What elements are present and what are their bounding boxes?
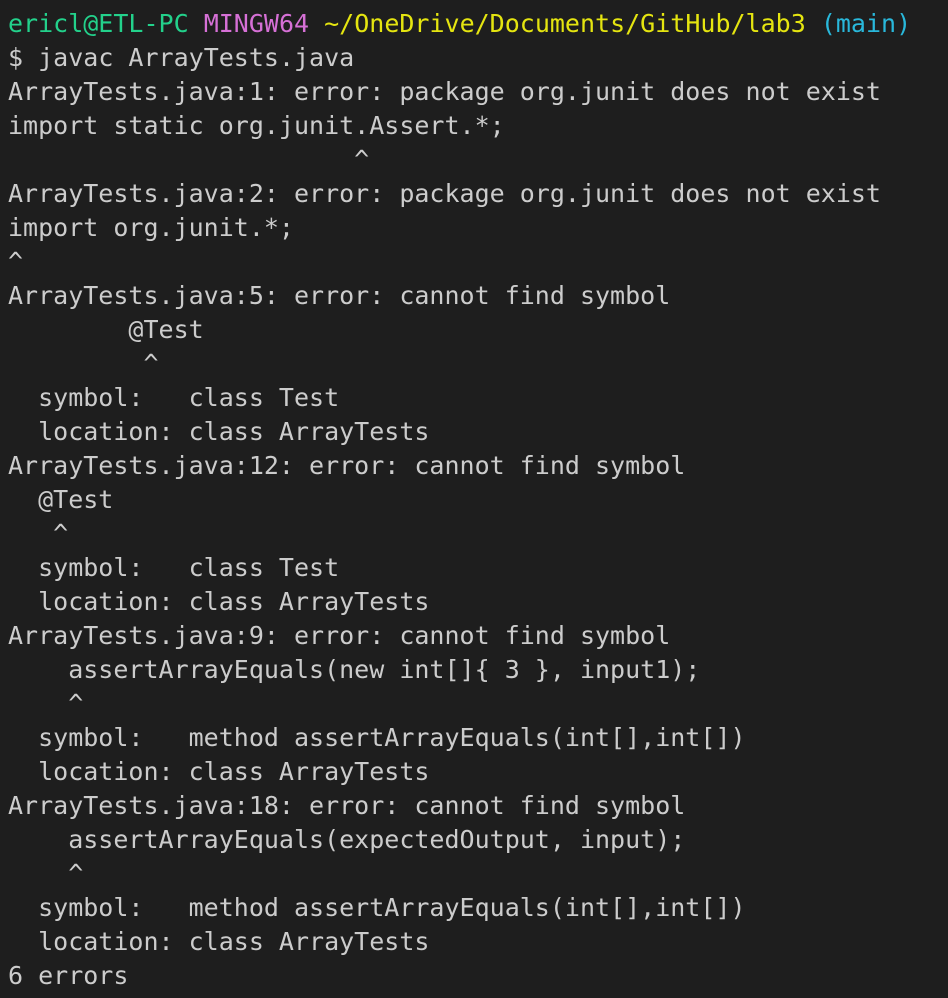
output-line: symbol: method assertArrayEquals(int[],i… [8,723,746,752]
output-line: ArrayTests.java:9: error: cannot find sy… [8,621,671,650]
output-line: symbol: class Test [8,553,340,582]
prompt-line: ericl@ETL-PC MINGW64 ~/OneDrive/Document… [8,7,948,41]
output-line: ArrayTests.java:18: error: cannot find s… [8,791,686,820]
output-line: location: class ArrayTests [8,417,430,446]
output-line: ArrayTests.java:1: error: package org.ju… [8,77,881,106]
prompt-path: ~/OneDrive/Documents/GitHub/lab3 [324,9,806,38]
output-line: location: class ArrayTests [8,587,430,616]
output-line: ^ [8,859,84,888]
prompt-symbol: $ [8,43,24,72]
output-line: ^ [8,519,69,548]
output-line: @Test [8,315,204,344]
terminal-window[interactable]: ericl@ETL-PC MINGW64 ~/OneDrive/Document… [0,0,948,998]
prompt-user-host: ericl@ETL-PC [8,9,189,38]
output-line: ^ [8,349,159,378]
output-line: assertArrayEquals(new int[]{ 3 }, input1… [8,655,701,684]
output-line: ArrayTests.java:5: error: cannot find sy… [8,281,671,310]
output-line: ArrayTests.java:2: error: package org.ju… [8,179,881,208]
output-line: symbol: method assertArrayEquals(int[],i… [8,893,746,922]
error-summary: 6 errors [8,961,129,990]
command-line: $ javac ArrayTests.java [8,41,948,75]
command-text: javac ArrayTests.java [38,43,355,72]
output-line: @Test [8,485,114,514]
output-line: symbol: class Test [8,383,340,412]
output-line: ArrayTests.java:12: error: cannot find s… [8,451,686,480]
output-line: assertArrayEquals(expectedOutput, input)… [8,825,686,854]
output-line: import static org.junit.Assert.*; [8,111,505,140]
output-line: ^ [8,689,84,718]
output-line: import org.junit.*; [8,213,294,242]
prompt-system: MINGW64 [203,9,310,38]
output-line: location: class ArrayTests [8,927,430,956]
output-line: location: class ArrayTests [8,757,430,786]
output-line: ^ [8,247,24,276]
output-line: ^ [8,145,370,174]
prompt-branch: (main) [820,9,912,38]
